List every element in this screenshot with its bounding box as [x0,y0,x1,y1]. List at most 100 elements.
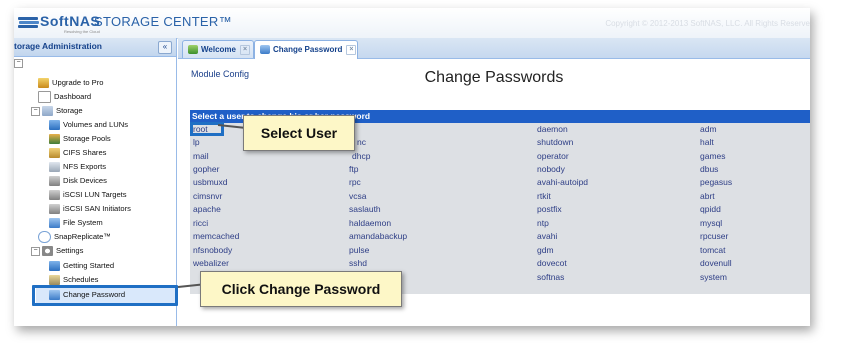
sidebar-item-label: Storage Pools [63,134,111,143]
tab-bar: Welcome × Change Password × [178,38,810,59]
sidebar-item-label: CIFS Shares [63,148,107,157]
tab-label: Welcome [201,45,236,54]
user-cell[interactable]: apache [193,204,221,214]
tab-label: Change Password [273,45,343,54]
sidebar-item-disk-devices[interactable]: Disk Devices [49,174,107,188]
user-cell[interactable]: shutdown [537,137,573,147]
user-cell[interactable]: gdm [537,245,554,255]
user-cell[interactable]: softnas [537,272,564,282]
getting-started-icon [49,261,60,271]
sidebar-item-label: Schedules [63,275,99,284]
sidebar-item-label: Disk Devices [63,176,107,185]
snapreplicate-icon [38,231,51,243]
settings-icon [42,246,53,256]
storage-folder-icon [42,106,53,116]
user-cell[interactable]: dovenull [700,258,732,268]
collapse-sidebar-button[interactable]: « [158,41,172,54]
sidebar-item-storage-pools[interactable]: Storage Pools [49,132,111,146]
user-cell[interactable]: usbmuxd [193,177,228,187]
sidebar-item-upgrade[interactable]: Upgrade to Pro [38,76,104,90]
user-cell[interactable]: dovecot [537,258,567,268]
iscsi-san-icon [49,204,60,214]
user-cell[interactable]: nobody [537,164,565,174]
user-cell[interactable]: qpidd [700,204,721,214]
sidebar-item-settings[interactable]: − Settings [31,244,83,258]
sidebar-item-nfs[interactable]: NFS Exports [49,160,106,174]
user-cell[interactable]: dhcp [352,151,370,161]
user-cell[interactable]: daemon [537,124,568,134]
sidebar-item-label: Storage [56,106,83,115]
sidebar-item-file-system[interactable]: File System [49,216,103,230]
tab-welcome[interactable]: Welcome × [182,40,254,58]
nfs-icon [49,162,60,172]
user-cell[interactable]: vcsa [349,191,366,201]
user-cell[interactable]: lp [193,137,200,147]
user-cell[interactable]: dbus [700,164,718,174]
sidebar-item-iscsi-lun[interactable]: iSCSI LUN Targets [49,188,127,202]
user-cell[interactable]: webalizer [193,258,229,268]
user-cell[interactable]: nc [357,137,366,147]
sidebar-item-storage[interactable]: − Storage [31,104,83,118]
user-cell[interactable]: mail [193,151,209,161]
user-cell[interactable]: gopher [193,164,219,174]
user-cell[interactable]: nfsnobody [193,245,232,255]
sidebar-item-volumes[interactable]: Volumes and LUNs [49,118,128,132]
callout-click-change-password: Click Change Password [200,271,402,307]
user-cell[interactable]: rpcuser [700,231,728,241]
filesystem-icon [49,218,60,228]
change-password-highlight [32,285,178,306]
sidebar-item-label: Settings [56,246,84,255]
tab-close-icon[interactable]: × [239,44,250,55]
page-title: Change Passwords [424,69,564,86]
user-cell[interactable]: mysql [700,218,722,228]
user-cell[interactable]: amandabackup [349,231,407,241]
tree-root-toggle[interactable]: − [14,59,25,68]
sidebar-item-label: iSCSI LUN Targets [63,190,127,199]
product-name: STORAGE CENTER™ [94,14,232,29]
sidebar-item-label: iSCSI SAN Initiators [63,204,131,213]
welcome-icon [188,45,198,55]
collapse-toggle-icon: − [31,246,40,256]
sidebar-item-label: Upgrade to Pro [52,78,104,87]
user-cell[interactable]: avahi [537,231,557,241]
user-cell[interactable]: ftp [349,164,358,174]
user-cell[interactable]: haldaemon [349,218,391,228]
app-header: SoftNAS Resolving the Cloud STORAGE CENT… [14,8,810,39]
sidebar-item-cifs[interactable]: CIFS Shares [49,146,106,160]
user-cell[interactable]: ntp [537,218,549,228]
volumes-icon [49,120,60,130]
user-cell[interactable]: cimsnvr [193,191,222,201]
sidebar-item-snapreplicate[interactable]: SnapReplicate™ [38,230,111,244]
user-cell[interactable]: pulse [349,245,369,255]
tab-close-icon[interactable]: × [346,44,357,55]
user-cell[interactable]: abrt [700,191,715,201]
iscsi-lun-icon [49,190,60,200]
user-cell[interactable]: postfix [537,204,562,214]
user-cell[interactable]: system [700,272,727,282]
screenshot-frame: SoftNAS Resolving the Cloud STORAGE CENT… [14,8,810,326]
user-cell[interactable]: avahi-autoipd [537,177,588,187]
sidebar-item-label: Volumes and LUNs [63,120,129,129]
sidebar-item-label: File System [63,218,103,227]
disk-icon [49,176,60,186]
user-cell[interactable]: saslauth [349,204,381,214]
sidebar-item-label: NFS Exports [63,162,107,171]
user-cell[interactable]: rpc [349,177,361,187]
user-cell[interactable]: adm [700,124,717,134]
brand-tagline: Resolving the Cloud [64,29,100,34]
cifs-icon [49,148,60,158]
sidebar-item-dashboard[interactable]: Dashboard [38,90,91,104]
tab-change-password[interactable]: Change Password × [254,40,358,59]
user-cell[interactable]: operator [537,151,569,161]
user-cell[interactable]: tomcat [700,245,726,255]
collapse-toggle-icon: − [14,59,23,68]
user-cell[interactable]: sshd [349,258,367,268]
user-cell[interactable]: rtkit [537,191,551,201]
user-cell[interactable]: halt [700,137,714,147]
user-cell[interactable]: games [700,151,726,161]
user-cell[interactable]: ricci [193,218,208,228]
sidebar-item-getting-started[interactable]: Getting Started [49,259,114,273]
user-cell[interactable]: pegasus [700,177,732,187]
user-cell[interactable]: memcached [193,231,239,241]
sidebar-item-iscsi-san[interactable]: iSCSI SAN Initiators [49,202,131,216]
